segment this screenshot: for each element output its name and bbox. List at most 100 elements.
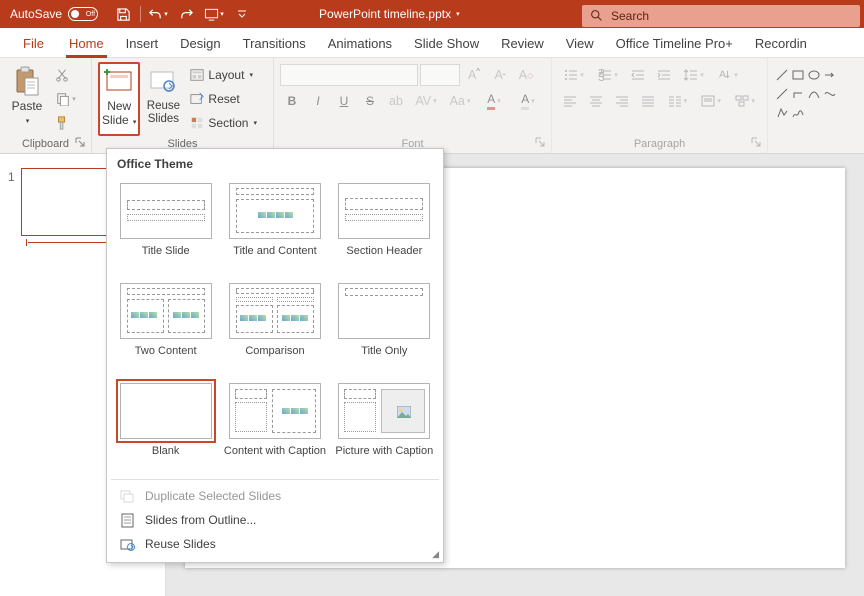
- customize-qat-icon[interactable]: [229, 2, 255, 26]
- clear-formatting-button[interactable]: A◇: [514, 64, 538, 86]
- reset-button[interactable]: Reset: [186, 88, 261, 110]
- layout-picture-caption[interactable]: Picture with Caption: [332, 377, 437, 473]
- tab-recording[interactable]: Recordin: [744, 30, 818, 57]
- font-size-combo[interactable]: [420, 64, 460, 86]
- copy-button[interactable]: ▾: [50, 88, 82, 110]
- shape-more1-icon[interactable]: [806, 103, 822, 122]
- align-left-button[interactable]: [558, 90, 582, 112]
- shape-arrow-icon[interactable]: [822, 66, 838, 85]
- tab-home[interactable]: Home: [58, 30, 115, 57]
- shape-elbow-icon[interactable]: [790, 85, 806, 104]
- reuse-slides-button[interactable]: Reuse Slides: [142, 62, 184, 136]
- shapes-gallery[interactable]: [774, 62, 838, 122]
- autosave-toggle[interactable]: Off: [68, 7, 98, 21]
- shape-line-icon[interactable]: [774, 66, 790, 85]
- layout-title-content[interactable]: Title and Content: [222, 177, 327, 273]
- paste-icon: [10, 64, 44, 98]
- decrease-font-size-button[interactable]: Aˇ: [488, 64, 512, 86]
- shape-scribble-icon[interactable]: [790, 103, 806, 122]
- new-slide-icon: [102, 64, 136, 98]
- font-launcher-icon[interactable]: [535, 137, 547, 149]
- format-painter-button[interactable]: [50, 112, 74, 134]
- paragraph-launcher-icon[interactable]: [751, 137, 763, 149]
- group-slides: New Slide ▾ Reuse Slides Layout▾ Reset S…: [92, 58, 274, 153]
- outline-icon: [119, 512, 135, 528]
- increase-indent-button[interactable]: [652, 64, 676, 86]
- tab-review[interactable]: Review: [490, 30, 555, 57]
- decrease-indent-button[interactable]: [626, 64, 650, 86]
- tab-transitions[interactable]: Transitions: [232, 30, 317, 57]
- strikethrough-button[interactable]: S: [358, 90, 382, 112]
- gallery-cmd-duplicate: Duplicate Selected Slides: [107, 484, 443, 508]
- group-font: A^ Aˇ A◇ B I U S ab AV▾ Aa▾ A▾ A▾ Font: [274, 58, 552, 153]
- layout-title-only[interactable]: Title Only: [332, 277, 437, 373]
- layout-blank[interactable]: Blank: [113, 377, 218, 473]
- bold-button[interactable]: B: [280, 90, 304, 112]
- layout-two-content[interactable]: Two Content: [113, 277, 218, 373]
- redo-icon[interactable]: [173, 2, 199, 26]
- autosave-control[interactable]: AutoSave Off: [0, 7, 106, 21]
- smartart-button[interactable]: ▾: [729, 90, 761, 112]
- line-spacing-button[interactable]: ▾: [678, 64, 710, 86]
- group-label-paragraph: Paragraph: [552, 138, 767, 150]
- shape-more2-icon[interactable]: [822, 103, 838, 122]
- italic-button[interactable]: I: [306, 90, 330, 112]
- ribbon-tabs: File Home Insert Design Transitions Anim…: [0, 28, 864, 58]
- reuse-icon: [119, 536, 135, 552]
- shape-freeform-icon[interactable]: [774, 103, 790, 122]
- font-color-button[interactable]: A▾: [478, 90, 510, 112]
- undo-icon[interactable]: ▾: [145, 2, 171, 26]
- layout-content-caption[interactable]: Content with Caption: [222, 377, 327, 473]
- justify-button[interactable]: [636, 90, 660, 112]
- shape-connector-icon[interactable]: [822, 85, 838, 104]
- tab-file[interactable]: File: [12, 30, 58, 57]
- tab-insert[interactable]: Insert: [115, 30, 170, 57]
- align-right-button[interactable]: [610, 90, 634, 112]
- shape-oval-icon[interactable]: [806, 66, 822, 85]
- character-spacing-button[interactable]: AV▾: [410, 90, 442, 112]
- start-from-beginning-icon[interactable]: ▾: [201, 2, 227, 26]
- clipboard-launcher-icon[interactable]: [75, 137, 87, 149]
- paste-button[interactable]: Paste▾: [6, 62, 48, 136]
- group-drawing: [768, 58, 864, 153]
- search-box[interactable]: Search: [582, 5, 860, 27]
- align-text-button[interactable]: ▾: [695, 90, 727, 112]
- text-direction-button[interactable]: A▾: [712, 64, 744, 86]
- tab-view[interactable]: View: [555, 30, 605, 57]
- align-center-button[interactable]: [584, 90, 608, 112]
- layout-title-slide[interactable]: Title Slide: [113, 177, 218, 273]
- section-button[interactable]: Section▾: [186, 112, 261, 134]
- numbering-button[interactable]: 123▾: [592, 64, 624, 86]
- title-bar: AutoSave Off ▾ ▾ PowerPoint timeline.ppt…: [0, 0, 864, 28]
- shape-curve-icon[interactable]: [806, 85, 822, 104]
- gallery-resize-handle[interactable]: ◢: [432, 549, 439, 560]
- gallery-cmd-reuse[interactable]: Reuse Slides: [107, 532, 443, 556]
- gallery-header: Office Theme: [107, 157, 443, 177]
- increase-font-size-button[interactable]: A^: [462, 64, 486, 86]
- columns-button[interactable]: ▾: [662, 90, 694, 112]
- tab-slide-show[interactable]: Slide Show: [403, 30, 490, 57]
- new-slide-button[interactable]: New Slide ▾: [98, 62, 140, 136]
- save-icon[interactable]: [110, 2, 136, 26]
- shape-rect-icon[interactable]: [790, 66, 806, 85]
- tab-design[interactable]: Design: [169, 30, 231, 57]
- font-name-combo[interactable]: [280, 64, 418, 86]
- bullets-button[interactable]: ▾: [558, 64, 590, 86]
- shadow-button[interactable]: ab: [384, 90, 408, 112]
- cut-button[interactable]: [50, 64, 74, 86]
- change-case-button[interactable]: Aa▾: [444, 90, 476, 112]
- highlight-button[interactable]: A▾: [512, 90, 544, 112]
- document-title: PowerPoint timeline.pptx ▾: [319, 7, 460, 21]
- underline-button[interactable]: U: [332, 90, 356, 112]
- reuse-slides-icon: [146, 64, 180, 98]
- layout-button[interactable]: Layout▾: [186, 64, 261, 86]
- tab-office-timeline[interactable]: Office Timeline Pro+: [605, 30, 744, 57]
- gallery-cmd-outline[interactable]: Slides from Outline...: [107, 508, 443, 532]
- svg-text:A: A: [719, 70, 726, 81]
- layout-comparison[interactable]: Comparison: [222, 277, 327, 373]
- shape-line2-icon[interactable]: [774, 85, 790, 104]
- tab-animations[interactable]: Animations: [317, 30, 403, 57]
- new-slide-gallery: Office Theme Title Slide Title and Conte…: [106, 148, 444, 563]
- group-clipboard: Paste▾ ▾ Clipboard: [0, 58, 92, 153]
- layout-section-header[interactable]: Section Header: [332, 177, 437, 273]
